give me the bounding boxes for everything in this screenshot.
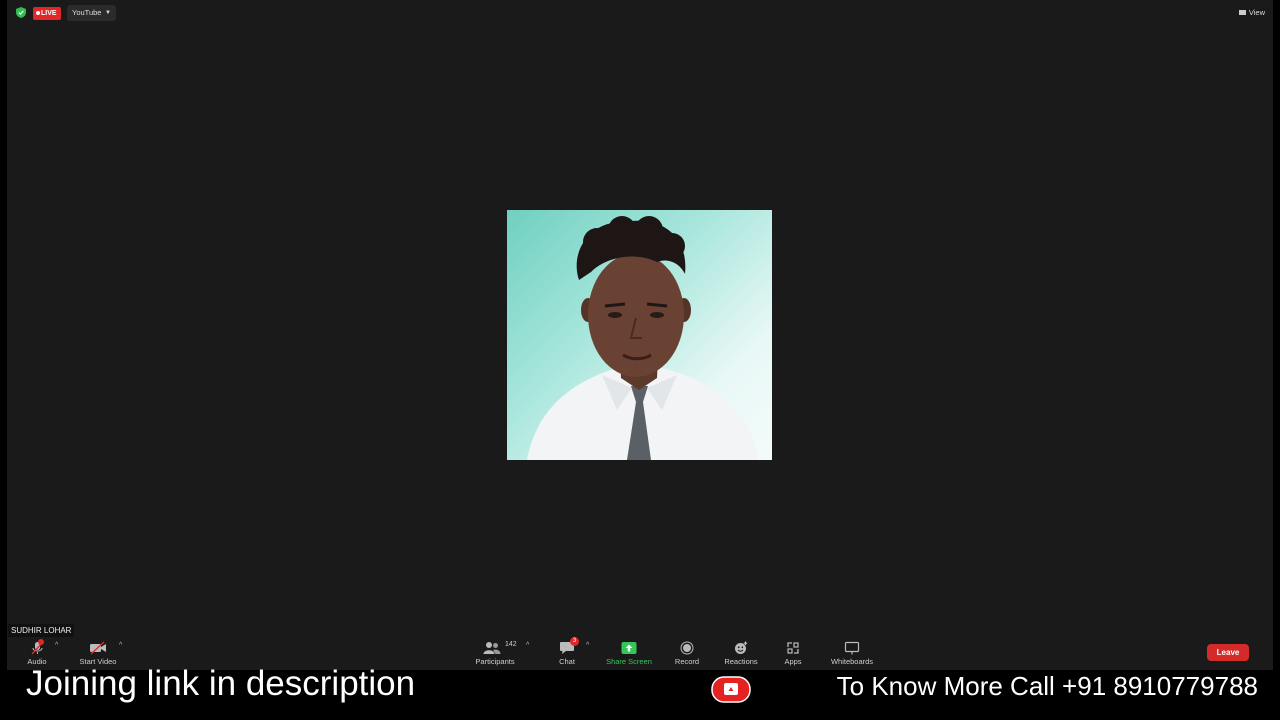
- record-icon: [680, 641, 694, 655]
- record-button[interactable]: Record: [671, 637, 703, 667]
- stream-target-dropdown[interactable]: YouTube ▼: [67, 5, 116, 21]
- start-video-button[interactable]: Start Video: [75, 637, 121, 667]
- apps-label: Apps: [784, 657, 802, 666]
- whiteboards-button[interactable]: Whiteboards: [827, 637, 877, 667]
- participants-label: Participants: [475, 657, 515, 666]
- audio-button[interactable]: Audio: [22, 637, 52, 667]
- audio-alert-badge: [38, 639, 44, 645]
- chevron-down-icon: ▼: [105, 10, 111, 16]
- shield-icon[interactable]: [16, 7, 26, 18]
- video-off-icon: [90, 641, 106, 655]
- reactions-label: Reactions: [724, 657, 758, 666]
- whiteboard-icon: [844, 641, 860, 655]
- live-dot-icon: [36, 11, 40, 15]
- participant-video-tile[interactable]: [507, 210, 772, 460]
- leave-button[interactable]: Leave: [1207, 644, 1249, 661]
- reactions-icon: [735, 641, 748, 654]
- view-label: View: [1248, 8, 1265, 17]
- live-label: LIVE: [41, 10, 57, 17]
- participants-options-caret-icon[interactable]: ^: [526, 642, 529, 649]
- video-options-caret-icon[interactable]: ^: [119, 642, 122, 649]
- apps-icon: [787, 642, 799, 654]
- reactions-button[interactable]: Reactions: [721, 637, 761, 667]
- whiteboards-label: Whiteboards: [830, 657, 874, 666]
- screen-frame: LIVE YouTube ▼ View SUDHIR LOHAR Audio ^…: [0, 0, 1280, 720]
- audio-options-caret-icon[interactable]: ^: [55, 642, 58, 649]
- view-icon: [1238, 10, 1246, 15]
- participants-button[interactable]: Participants 142: [470, 637, 520, 667]
- view-button[interactable]: View: [1231, 5, 1265, 20]
- meeting-window: LIVE YouTube ▼ View SUDHIR LOHAR Audio ^…: [7, 0, 1273, 670]
- chat-button[interactable]: Chat 3: [553, 637, 581, 667]
- share-screen-icon: [621, 642, 637, 654]
- chat-label: Chat: [559, 657, 575, 666]
- participant-photo: [527, 216, 759, 460]
- share-screen-label: Share Screen: [606, 657, 652, 666]
- live-badge[interactable]: LIVE: [33, 7, 61, 20]
- participant-name-label: SUDHIR LOHAR: [8, 624, 75, 637]
- stream-target-label: YouTube: [72, 8, 102, 17]
- apps-button[interactable]: Apps: [780, 637, 806, 667]
- contact-call-text: To Know More Call +91 8910779788: [836, 671, 1258, 701]
- record-label: Record: [674, 657, 700, 666]
- joining-link-text: Joining link in description: [26, 664, 416, 703]
- participants-count: 142: [505, 641, 517, 648]
- participants-icon: [483, 642, 501, 654]
- share-screen-button[interactable]: Share Screen: [604, 637, 654, 667]
- chat-unread-badge: 3: [570, 637, 579, 646]
- youtube-icon: [711, 676, 751, 703]
- chat-options-caret-icon[interactable]: ^: [586, 642, 589, 649]
